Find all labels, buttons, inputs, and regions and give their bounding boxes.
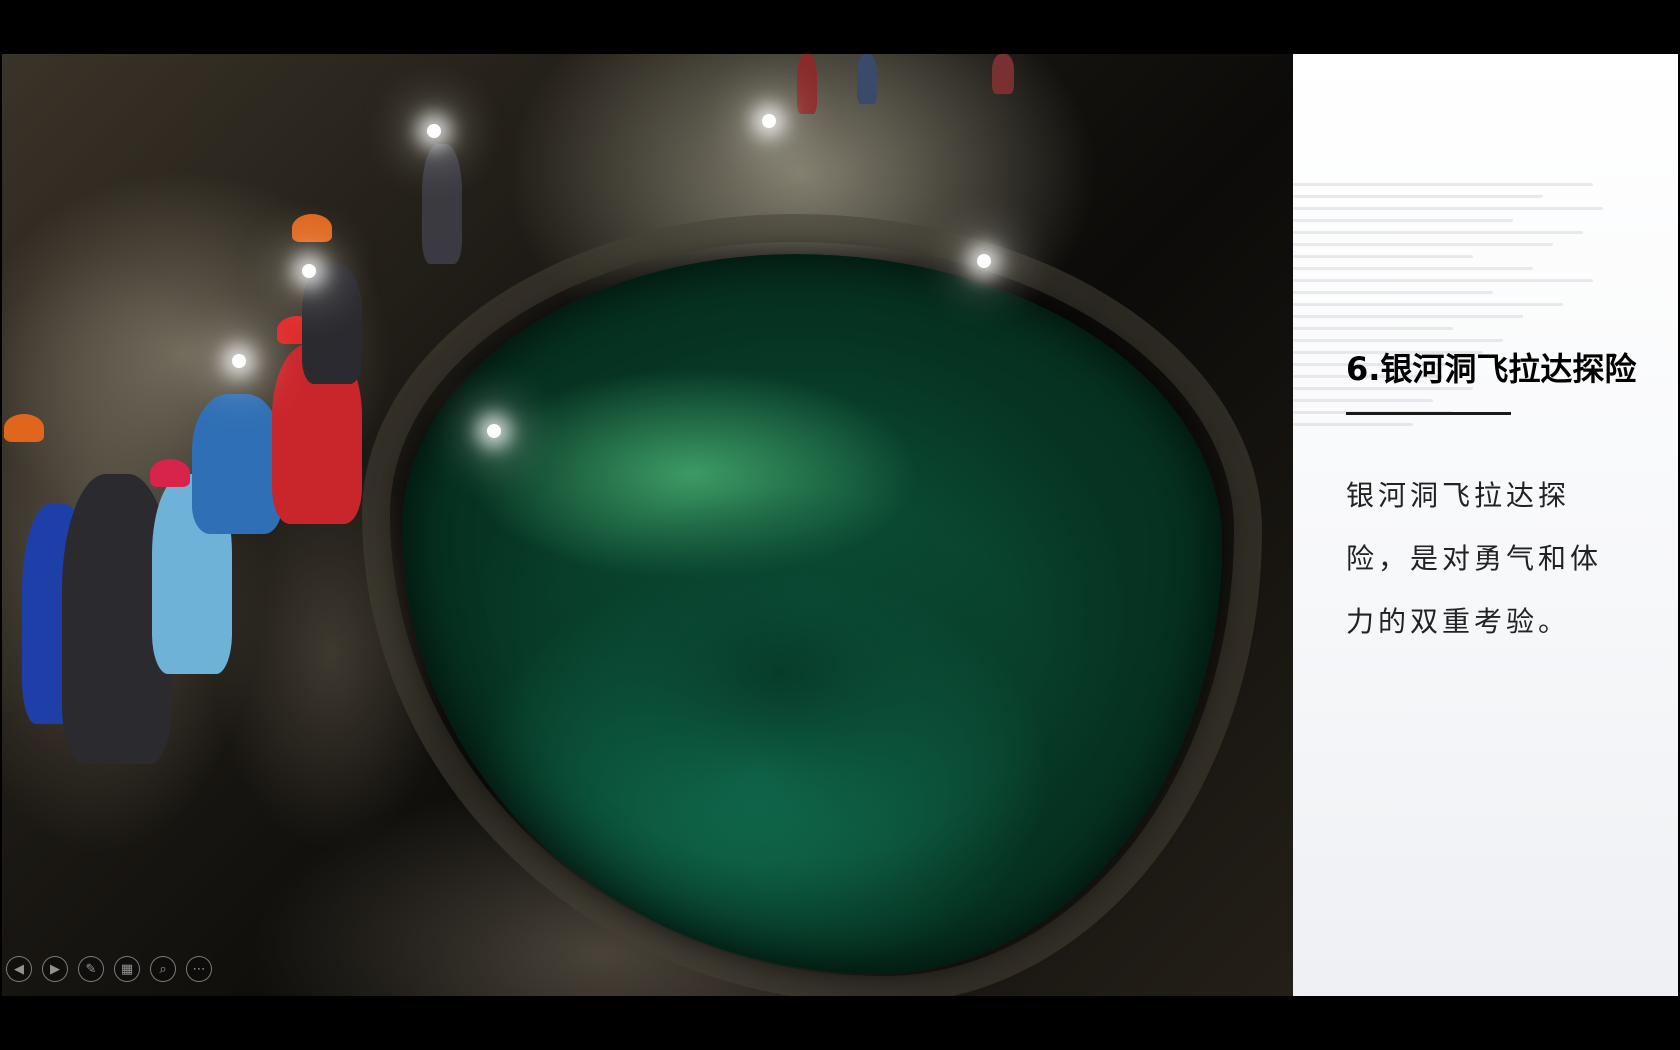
next-slide-icon[interactable]: ▶ (42, 956, 68, 982)
headlamp-light (232, 354, 246, 368)
slide-title: 6.银河洞飞拉达探险 (1346, 350, 1637, 388)
slides-grid-icon[interactable]: ▦ (114, 956, 140, 982)
climber (857, 54, 877, 104)
slide-body-text: 银河洞飞拉达探险，是对勇气和体力的双重考验。 (1346, 479, 1603, 638)
climber (422, 144, 462, 264)
climber (797, 54, 817, 114)
pen-icon[interactable]: ✎ (78, 956, 104, 982)
pool-shadow (522, 484, 1042, 864)
climber-helmet (4, 414, 44, 442)
zoom-icon[interactable]: ⌕ (150, 956, 176, 982)
letterbox-top (0, 0, 1680, 54)
presentation-slide: ◀ ▶ ✎ ▦ ⌕ ⋯ 6.银河洞飞拉达探险 银河洞飞拉达探险，是对勇气和体力的… (2, 54, 1678, 996)
previous-slide-icon[interactable]: ◀ (6, 956, 32, 982)
headlamp-light (427, 124, 441, 138)
title-underline (1346, 412, 1511, 415)
headlamp-light (302, 264, 316, 278)
slideshow-controls: ◀ ▶ ✎ ▦ ⌕ ⋯ (6, 956, 212, 986)
climber-helmet (292, 214, 332, 242)
cave-photo: ◀ ▶ ✎ ▦ ⌕ ⋯ (2, 54, 1293, 996)
more-options-icon[interactable]: ⋯ (186, 956, 212, 982)
headlamp-light (487, 424, 501, 438)
headlamp-light (762, 114, 776, 128)
climber (992, 54, 1014, 94)
climber (192, 394, 282, 534)
text-panel: 6.银河洞飞拉达探险 银河洞飞拉达探险，是对勇气和体力的双重考验。 (1293, 54, 1678, 996)
climber-helmet (150, 459, 190, 487)
letterbox-bottom (0, 996, 1680, 1050)
climber (302, 264, 362, 384)
headlamp-light (977, 254, 991, 268)
